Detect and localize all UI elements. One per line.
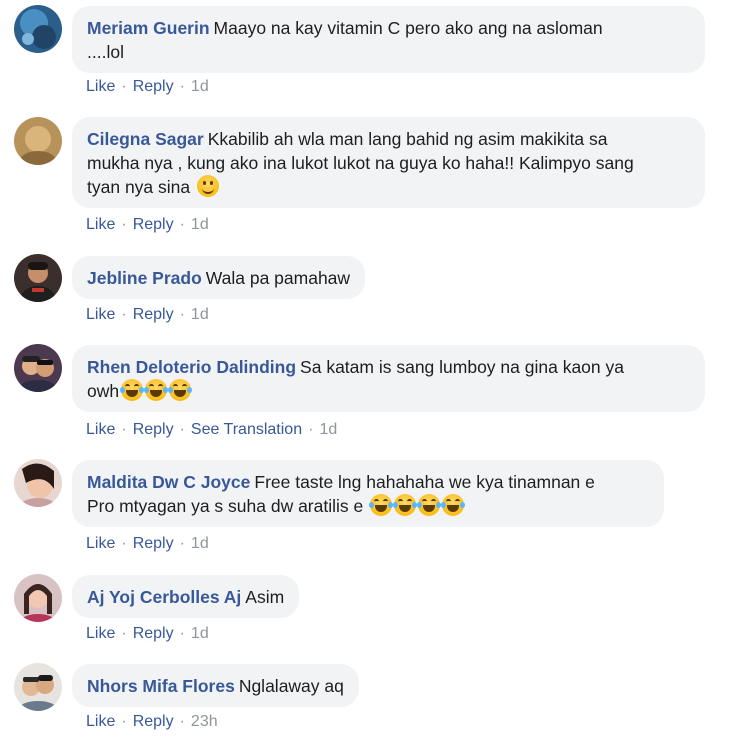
reply-link[interactable]: Reply <box>133 535 174 552</box>
comment-actions: Like · Reply · 23h <box>86 713 218 730</box>
reply-link[interactable]: Reply <box>133 713 174 730</box>
avatar-sepia-photo-icon <box>14 117 62 165</box>
comment-timestamp[interactable]: 1d <box>191 625 209 642</box>
comment-timestamp[interactable]: 1d <box>191 306 209 323</box>
comment-author[interactable]: Meriam Guerin <box>87 18 210 38</box>
reply-link[interactable]: Reply <box>133 421 174 438</box>
like-link[interactable]: Like <box>86 625 115 642</box>
comment-text: Nglalaway aq <box>238 676 344 696</box>
comment-text: Wala pa pamahaw <box>205 268 351 288</box>
comment-timestamp[interactable]: 1d <box>191 78 209 95</box>
commenter-avatar[interactable] <box>14 117 62 165</box>
like-link[interactable]: Like <box>86 713 115 730</box>
comment-timestamp[interactable]: 1d <box>191 535 209 552</box>
comment-text-continued: ....lol <box>87 42 124 62</box>
avatar-underwater-photo-icon <box>14 5 62 53</box>
comment-timestamp[interactable]: 1d <box>319 421 337 438</box>
commenter-avatar[interactable] <box>14 459 62 507</box>
comment-actions: Like · Reply · 1d <box>86 625 209 642</box>
comment-author[interactable]: Maldita Dw C Joyce <box>87 472 250 492</box>
comment-actions: Like · Reply · See Translation · 1d <box>86 421 338 438</box>
commenter-avatar[interactable] <box>14 254 62 302</box>
reply-link[interactable]: Reply <box>133 78 174 95</box>
comment-actions: Like · Reply · 1d <box>86 216 209 233</box>
laughing-emoji-icon <box>120 379 145 401</box>
see-translation-link[interactable]: See Translation <box>191 421 302 438</box>
comment-bubble: Meriam Guerin Maayo na kay vitamin C pero… <box>72 6 705 73</box>
commenter-avatar[interactable] <box>14 574 62 622</box>
comment-actions: Like · Reply · 1d <box>86 535 209 552</box>
like-link[interactable]: Like <box>86 535 115 552</box>
comment-bubble: Maldita Dw C Joyce Free taste lng hahahah… <box>72 460 664 527</box>
comment-author[interactable]: Cilegna Sagar <box>87 129 204 149</box>
comment-text-continued: mukha nya , kung ako ina lukot lukot na … <box>87 153 634 173</box>
comment-actions: Like · Reply · 1d <box>86 306 209 323</box>
comment-author[interactable]: Aj Yoj Cerbolles Aj <box>87 587 241 607</box>
laughing-emoji-icon <box>369 494 394 516</box>
smile-emoji-icon <box>197 175 219 197</box>
comment-bubble: Aj Yoj Cerbolles Aj Asim <box>72 575 300 618</box>
laughing-emoji-icon <box>417 494 442 516</box>
commenter-avatar[interactable] <box>14 5 62 53</box>
comment-bubble: Cilegna Sagar Kkabilib ah wla man lang ba… <box>72 117 705 208</box>
comment-text-continued: Pro mtyagan ya s suha dw aratilis e <box>87 496 364 516</box>
reply-link[interactable]: Reply <box>133 306 174 323</box>
like-link[interactable]: Like <box>86 216 115 233</box>
comment-text-continued: owh <box>87 381 120 401</box>
comment-text: Asim <box>245 587 285 607</box>
laughing-emoji-icon <box>441 494 466 516</box>
avatar-couple-photo-icon <box>14 344 62 392</box>
commenter-avatar[interactable] <box>14 663 62 711</box>
comment-author[interactable]: Nhors Mifa Flores <box>87 676 235 696</box>
comment-author[interactable]: Rhen Deloterio Dalinding <box>87 357 296 377</box>
comment-text: Kkabilib ah wla man lang bahid ng asim m… <box>207 129 608 149</box>
avatar-woman-photo-icon <box>14 574 62 622</box>
avatar-couple-photo-icon <box>14 663 62 711</box>
comment-text-continued: tyan nya sina <box>87 177 191 197</box>
comment-timestamp[interactable]: 23h <box>191 713 218 730</box>
laughing-emoji-icon <box>393 494 418 516</box>
like-link[interactable]: Like <box>86 78 115 95</box>
comment-text: Free taste lng hahahaha we kya tinamnan … <box>254 472 595 492</box>
reply-link[interactable]: Reply <box>133 216 174 233</box>
commenter-avatar[interactable] <box>14 344 62 392</box>
like-link[interactable]: Like <box>86 306 115 323</box>
comment-bubble: Jebline Prado Wala pa pamahaw <box>72 256 366 299</box>
reply-link[interactable]: Reply <box>133 625 174 642</box>
comment-author[interactable]: Jebline Prado <box>87 268 202 288</box>
comment-actions: Like · Reply · 1d <box>86 78 209 95</box>
avatar-selfie-photo-icon <box>14 459 62 507</box>
laughing-emoji-icon <box>168 379 193 401</box>
comment-timestamp[interactable]: 1d <box>191 216 209 233</box>
avatar-person-photo-icon <box>14 254 62 302</box>
comment-text: Maayo na kay vitamin C pero ako ang na a… <box>213 18 603 38</box>
like-link[interactable]: Like <box>86 421 115 438</box>
comment-text: Sa katam is sang lumboy na gina kaon ya <box>300 357 624 377</box>
comment-bubble: Rhen Deloterio Dalinding Sa katam is sang… <box>72 345 705 412</box>
laughing-emoji-icon <box>144 379 169 401</box>
comment-bubble: Nhors Mifa Flores Nglalaway aq <box>72 664 359 707</box>
